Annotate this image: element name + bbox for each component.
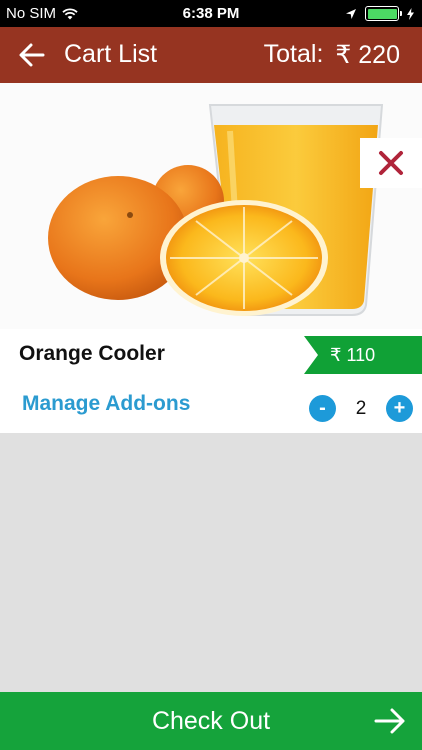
decrement-button[interactable]: -: [309, 395, 336, 422]
increment-button[interactable]: +: [386, 395, 413, 422]
back-arrow-icon: [19, 43, 45, 67]
page-title: Cart List: [64, 40, 158, 68]
back-button[interactable]: [18, 41, 46, 69]
status-right: [345, 6, 414, 21]
cart-item-card: Orange Cooler ₹ 110 Manage Add-ons - 2 +: [0, 329, 422, 433]
quantity-value: 2: [355, 397, 367, 419]
item-name: Orange Cooler: [19, 342, 165, 365]
charging-bolt-icon: [407, 7, 414, 20]
location-arrow-icon: [346, 8, 356, 19]
quantity-stepper: - 2 +: [309, 395, 413, 422]
status-bar: No SIM 6:38 PM: [0, 0, 422, 27]
total-label: Total:: [263, 40, 324, 68]
arrow-right-icon: [374, 708, 405, 734]
checkout-button[interactable]: Check Out: [0, 692, 422, 750]
close-icon: [379, 151, 403, 175]
cart-total: Total: ₹ 220: [264, 40, 400, 70]
battery-icon: [365, 6, 402, 21]
battery-fill: [367, 8, 397, 19]
manage-addons-link[interactable]: Manage Add-ons: [22, 392, 190, 416]
plus-icon: +: [393, 397, 406, 419]
app-header: Cart List Total: ₹ 220: [0, 27, 422, 83]
remove-item-button[interactable]: [360, 138, 422, 188]
orange-juice-illustration: [48, 104, 384, 316]
minus-icon: -: [319, 397, 326, 419]
price-tag: ₹ 110: [304, 336, 422, 374]
product-image: [0, 83, 422, 329]
checkout-label: Check Out: [151, 706, 271, 735]
total-value: ₹ 220: [335, 41, 400, 69]
item-price: ₹ 110: [330, 344, 376, 365]
